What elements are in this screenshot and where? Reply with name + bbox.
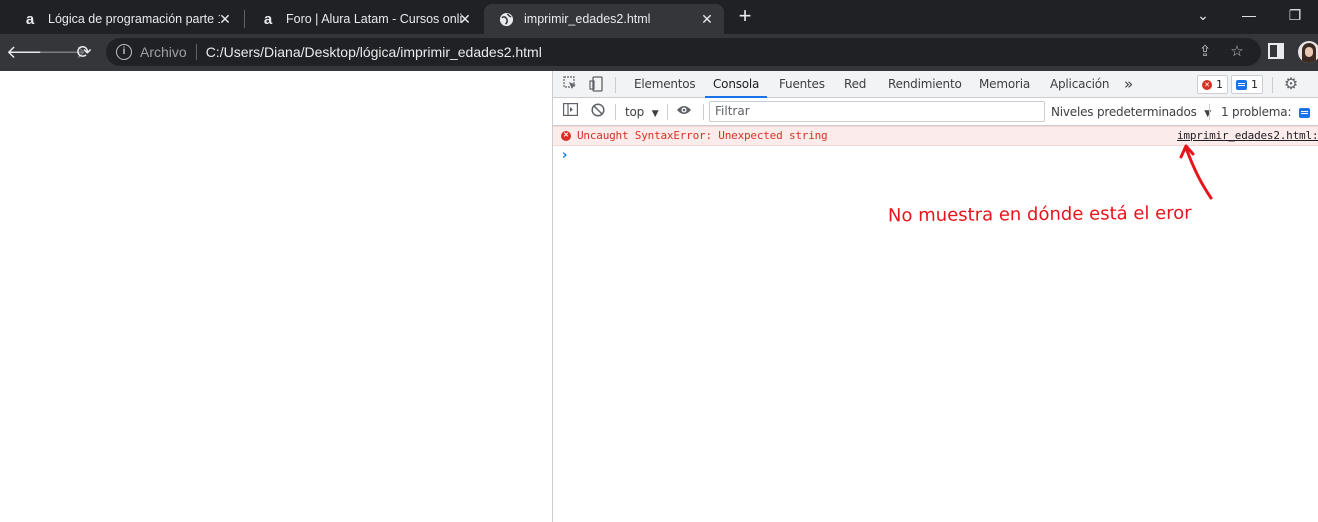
avatar[interactable] xyxy=(1298,41,1318,63)
tab-title: imprimir_edades2.html xyxy=(524,12,651,26)
issues-button[interactable]: 1 problema: 1 xyxy=(1221,98,1318,147)
divider xyxy=(615,77,616,93)
tab-consola[interactable]: Consola xyxy=(705,71,768,98)
minimize-button[interactable]: — xyxy=(1226,4,1272,26)
browser-toolbar: 🡐 🡒 ⟳ i Archivo C:/Users/Diana/Desktop/l… xyxy=(0,34,1318,71)
restore-button[interactable]: ❐ xyxy=(1272,4,1318,26)
tab-search-icon[interactable]: ⌄ xyxy=(1180,4,1226,26)
device-toolbar-icon[interactable] xyxy=(587,76,605,94)
error-count: 1 xyxy=(1216,78,1223,91)
close-tab-icon[interactable]: ✕ xyxy=(698,10,716,28)
divider xyxy=(1209,104,1210,120)
sidebar-toggle-icon[interactable] xyxy=(561,103,579,121)
log-levels-dropdown[interactable]: Niveles predeterminados ▼ xyxy=(1051,98,1211,126)
error-icon: ✕ xyxy=(561,131,571,141)
divider xyxy=(667,104,668,120)
eye-icon[interactable] xyxy=(675,103,693,121)
tab-strip: a Lógica de programación parte 1: ✕ a Fo… xyxy=(0,0,1318,34)
tab-rendimiento[interactable]: Rendimiento xyxy=(888,71,962,98)
browser-tab-3-active[interactable]: imprimir_edades2.html ✕ xyxy=(484,4,724,34)
error-source-link[interactable]: imprimir_edades2.html: xyxy=(1177,129,1318,142)
console-prompt[interactable]: › xyxy=(562,148,567,163)
url-text[interactable]: C:/Users/Diana/Desktop/lógica/imprimir_e… xyxy=(206,44,542,60)
error-count-badge[interactable]: ✕ 1 xyxy=(1197,75,1228,94)
message-icon xyxy=(1236,79,1247,90)
browser-tab-2[interactable]: a Foro | Alura Latam - Cursos onlin ✕ xyxy=(246,4,482,34)
divider xyxy=(195,44,197,60)
divider xyxy=(1272,77,1273,93)
devtools-tab-bar: Elementos Consola Fuentes Red Rendimient… xyxy=(553,71,1318,98)
annotation-text: No muestra en dónde está el eror xyxy=(887,202,1192,227)
browser-tab-1[interactable]: a Lógica de programación parte 1: ✕ xyxy=(8,4,242,34)
back-arrow-icon[interactable]: 🡐 xyxy=(6,40,54,66)
settings-gear-icon[interactable]: ⚙ xyxy=(1282,76,1300,94)
dropdown-arrow-icon: ▼ xyxy=(1204,109,1212,119)
annotation-arrow xyxy=(1179,144,1213,200)
address-bar[interactable]: i Archivo C:/Users/Diana/Desktop/lógica/… xyxy=(106,38,1261,66)
tab-red[interactable]: Red xyxy=(844,71,866,98)
issues-label: 1 problema: xyxy=(1221,105,1292,119)
tab-aplicacion[interactable]: Aplicación xyxy=(1050,71,1110,98)
error-icon: ✕ xyxy=(1202,79,1212,90)
message-count-badge[interactable]: 1 xyxy=(1231,75,1263,94)
filter-input[interactable]: Filtrar xyxy=(709,101,1045,122)
security-label: Archivo xyxy=(140,44,187,60)
dropdown-arrow-icon: ▼ xyxy=(651,109,659,119)
page-content xyxy=(0,71,552,522)
message-icon xyxy=(1298,107,1310,118)
error-text: Uncaught SyntaxError: Unexpected string xyxy=(577,129,828,142)
side-panel-icon[interactable] xyxy=(1268,43,1284,59)
close-tab-icon[interactable]: ✕ xyxy=(456,10,474,28)
tab-title: Lógica de programación parte 1: xyxy=(48,12,220,26)
context-label: top xyxy=(625,105,645,119)
reload-icon[interactable]: ⟳ xyxy=(71,40,97,66)
tab-title: Foro | Alura Latam - Cursos onlin xyxy=(286,12,462,26)
levels-label: Niveles predeterminados xyxy=(1051,105,1197,119)
alura-a-icon: a xyxy=(263,10,273,28)
tab-divider xyxy=(244,10,245,28)
clear-console-icon[interactable] xyxy=(589,103,607,121)
globe-icon xyxy=(498,11,514,27)
alura-a-icon: a xyxy=(25,10,35,28)
tab-elementos[interactable]: Elementos xyxy=(634,71,696,98)
console-toolbar: top ▼ Filtrar Niveles predeterminados ▼ … xyxy=(553,98,1318,147)
inspect-element-icon[interactable] xyxy=(561,76,579,94)
new-tab-button[interactable]: + xyxy=(734,5,756,28)
devtools-panel: Elementos Consola Fuentes Red Rendimient… xyxy=(552,71,1318,522)
tab-fuentes[interactable]: Fuentes xyxy=(779,71,825,98)
divider xyxy=(703,104,704,120)
forward-arrow-icon[interactable]: 🡒 xyxy=(38,40,86,66)
tab-memoria[interactable]: Memoria xyxy=(979,71,1030,98)
more-tabs-button[interactable]: » xyxy=(1124,71,1133,98)
context-selector[interactable]: top ▼ xyxy=(625,98,659,126)
bookmark-star-icon[interactable]: ☆ xyxy=(1226,38,1248,66)
divider xyxy=(615,104,616,120)
message-count: 1 xyxy=(1251,78,1258,91)
info-icon[interactable]: i xyxy=(116,44,132,60)
close-tab-icon[interactable]: ✕ xyxy=(216,10,234,28)
share-icon[interactable]: ⇪ xyxy=(1194,38,1216,66)
